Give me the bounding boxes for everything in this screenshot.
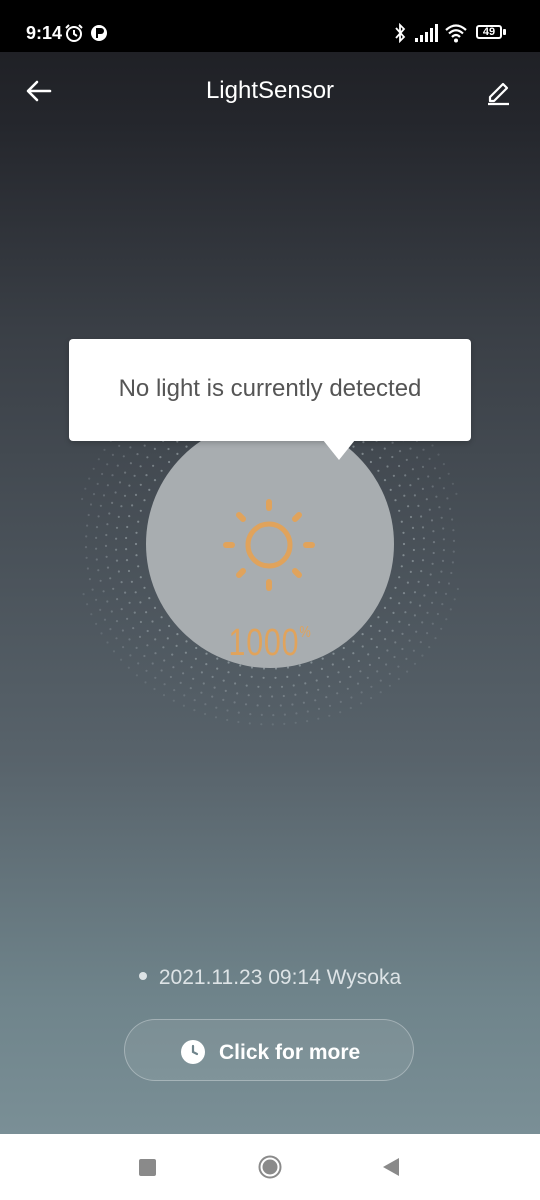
status-time: 9:14	[26, 23, 63, 43]
last-reading-status: 2021.11.23 09:14 Wysoka	[0, 966, 540, 990]
battery-icon: 49	[476, 25, 506, 41]
sensor-value: 1000%	[171, 622, 369, 665]
click-for-more-button[interactable]: Click for more	[124, 1019, 414, 1081]
tooltip-text: No light is currently detected	[118, 375, 422, 402]
no-light-tooltip: No light is currently detected	[69, 339, 471, 460]
circle-home-icon[interactable]	[258, 1155, 282, 1179]
app-notification-icon	[91, 25, 107, 41]
clock-icon	[181, 1040, 205, 1064]
status-bar: 9:14 49	[0, 0, 540, 52]
bluetooth-icon	[395, 23, 406, 43]
sensor-value-number: 1000	[228, 622, 300, 664]
edit-pencil-icon[interactable]	[482, 75, 514, 107]
tooltip-arrow	[323, 440, 355, 460]
app-header: LightSensor	[0, 52, 540, 132]
page-title: LightSensor	[205, 77, 335, 104]
click-for-more-label: Click for more	[219, 1041, 361, 1064]
sensor-value-unit: %	[299, 624, 312, 641]
signal-icon	[415, 24, 438, 42]
square-recents-icon[interactable]	[139, 1159, 156, 1176]
status-dot-icon	[138, 972, 147, 981]
battery-level: 49	[476, 25, 502, 39]
alarm-icon	[65, 24, 83, 42]
system-nav-bar	[0, 1134, 540, 1200]
triangle-back-icon[interactable]	[382, 1157, 400, 1177]
wifi-icon	[445, 24, 467, 43]
last-reading-text: 2021.11.23 09:14 Wysoka	[158, 966, 402, 989]
sun-icon	[223, 499, 315, 591]
